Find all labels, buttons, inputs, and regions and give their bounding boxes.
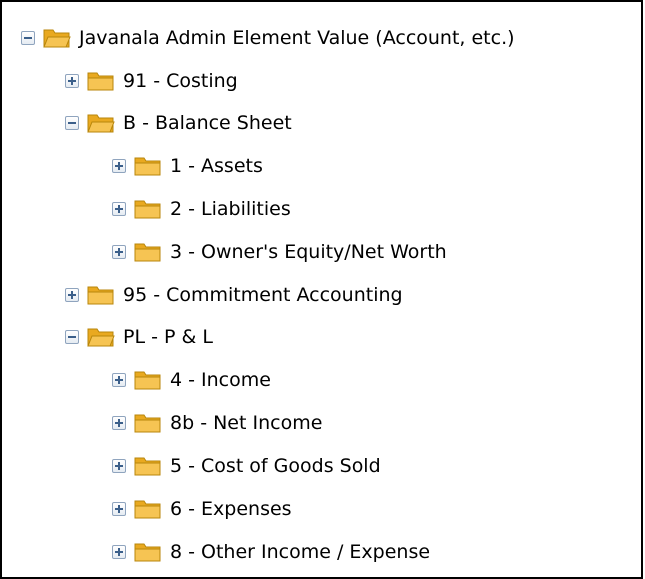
expand-icon[interactable] — [65, 288, 79, 302]
expand-icon[interactable] — [112, 545, 126, 559]
tree-node-label: 4 - Income — [170, 369, 271, 391]
expand-icon[interactable] — [112, 416, 126, 430]
tree-node-owners-equity[interactable]: 3 - Owner's Equity/Net Worth — [112, 230, 447, 274]
tree-node-liabilities[interactable]: 2 - Liabilities — [112, 187, 291, 231]
tree-node-commitment-accounting[interactable]: 95 - Commitment Accounting — [65, 273, 403, 317]
expand-icon[interactable] — [112, 502, 126, 516]
tree-node-label: 8 - Other Income / Expense — [170, 541, 431, 563]
folder-icon — [87, 70, 115, 92]
tree-node-label: B - Balance Sheet — [123, 112, 292, 134]
tree-node-income[interactable]: 4 - Income — [112, 358, 271, 402]
tree-node-assets[interactable]: 1 - Assets — [112, 144, 263, 188]
tree-node-net-income[interactable]: 8b - Net Income — [112, 401, 322, 445]
account-tree: Javanala Admin Element Value (Account, e… — [2, 2, 641, 577]
tree-node-pl[interactable]: PL - P & L — [65, 315, 213, 359]
folder-open-icon — [87, 112, 115, 134]
folder-icon — [134, 241, 162, 263]
tree-node-label: Javanala Admin Element Value (Account, e… — [79, 27, 515, 49]
tree-node-label: 2 - Liabilities — [170, 198, 291, 220]
tree-node-other-income-expense[interactable]: 8 - Other Income / Expense — [112, 530, 430, 574]
tree-node-expenses[interactable]: 6 - Expenses — [112, 487, 292, 531]
tree-node-label: 95 - Commitment Accounting — [123, 284, 403, 306]
expand-icon[interactable] — [112, 245, 126, 259]
tree-node-label: 3 - Owner's Equity/Net Worth — [170, 241, 447, 263]
tree-node-label: 8b - Net Income — [170, 412, 323, 434]
folder-icon — [134, 498, 162, 520]
expand-icon[interactable] — [112, 373, 126, 387]
tree-node-costing[interactable]: 91 - Costing — [65, 59, 238, 103]
folder-icon — [134, 155, 162, 177]
expand-icon[interactable] — [112, 202, 126, 216]
expand-icon[interactable] — [112, 459, 126, 473]
tree-node-label: 1 - Assets — [170, 155, 263, 177]
folder-icon — [134, 412, 162, 434]
tree-node-label: 5 - Cost of Goods Sold — [170, 455, 381, 477]
folder-icon — [134, 369, 162, 391]
folder-icon — [134, 455, 162, 477]
tree-node-root[interactable]: Javanala Admin Element Value (Account, e… — [21, 16, 515, 60]
folder-icon — [87, 284, 115, 306]
folder-open-icon — [43, 27, 71, 49]
folder-icon — [134, 541, 162, 563]
tree-node-balance-sheet[interactable]: B - Balance Sheet — [65, 101, 292, 145]
expand-icon[interactable] — [65, 74, 79, 88]
tree-node-label: 91 - Costing — [123, 70, 238, 92]
folder-icon — [134, 198, 162, 220]
collapse-icon[interactable] — [21, 31, 35, 45]
tree-node-label: 6 - Expenses — [170, 498, 292, 520]
expand-icon[interactable] — [112, 159, 126, 173]
folder-open-icon — [87, 326, 115, 348]
collapse-icon[interactable] — [65, 330, 79, 344]
collapse-icon[interactable] — [65, 116, 79, 130]
tree-node-label: PL - P & L — [123, 326, 213, 348]
tree-panel: Javanala Admin Element Value (Account, e… — [0, 0, 643, 579]
tree-node-cogs[interactable]: 5 - Cost of Goods Sold — [112, 444, 381, 488]
